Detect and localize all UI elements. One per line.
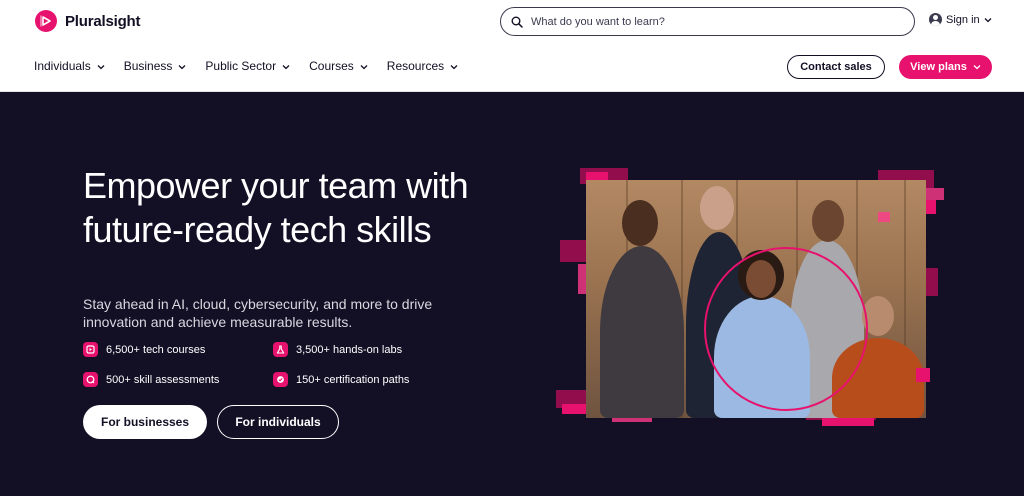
pixel-decoration bbox=[916, 368, 930, 382]
pixel-decoration bbox=[878, 212, 890, 222]
nav-item-label: Business bbox=[123, 59, 173, 73]
chevron-down-icon bbox=[178, 64, 186, 69]
user-icon bbox=[929, 13, 942, 26]
feature-item-labs: 3,500+ hands-on labs bbox=[273, 342, 402, 357]
logo-text: Pluralsight bbox=[65, 12, 141, 30]
nav-item-label: Courses bbox=[309, 59, 354, 73]
nav-item-label: Individuals bbox=[34, 59, 91, 73]
search-input[interactable] bbox=[531, 15, 891, 28]
feature-label: 150+ certification paths bbox=[296, 373, 410, 386]
nav-item-business[interactable]: Business bbox=[124, 59, 187, 73]
certification-icon bbox=[273, 372, 288, 387]
hero-title: Empower your team with future-ready tech… bbox=[83, 165, 469, 250]
chevron-down-icon bbox=[973, 65, 981, 70]
person-head bbox=[622, 200, 658, 246]
pluralsight-logo-icon bbox=[35, 10, 57, 32]
hero-section: Empower your team with future-ready tech… bbox=[0, 92, 1024, 496]
nav-item-individuals[interactable]: Individuals bbox=[34, 59, 105, 73]
site-header: Pluralsight Sign in Individuals Business… bbox=[0, 0, 1024, 92]
chevron-down-icon bbox=[282, 64, 290, 69]
nav-item-resources[interactable]: Resources bbox=[387, 59, 458, 73]
person-head bbox=[700, 186, 734, 230]
lab-flask-icon bbox=[273, 342, 288, 357]
highlight-ring bbox=[704, 247, 868, 411]
nav-item-courses[interactable]: Courses bbox=[309, 59, 368, 73]
feature-label: 6,500+ tech courses bbox=[106, 343, 206, 356]
nav-item-label: Resources bbox=[386, 59, 445, 73]
chevron-down-icon bbox=[360, 64, 368, 69]
search-bar[interactable] bbox=[500, 7, 915, 36]
pluralsight-logo[interactable]: Pluralsight bbox=[35, 10, 141, 32]
assessment-icon bbox=[83, 372, 98, 387]
chevron-down-icon bbox=[97, 64, 105, 69]
sign-in-label: Sign in bbox=[946, 13, 980, 26]
feature-item-certifications: 150+ certification paths bbox=[273, 372, 409, 387]
feature-label: 3,500+ hands-on labs bbox=[296, 343, 403, 356]
for-businesses-button[interactable]: For businesses bbox=[83, 405, 207, 439]
team-photo bbox=[586, 180, 926, 418]
sign-in-menu[interactable]: Sign in bbox=[929, 13, 992, 26]
person-head bbox=[812, 200, 844, 242]
hero-subtitle: Stay ahead in AI, cloud, cybersecurity, … bbox=[83, 296, 433, 330]
hero-image bbox=[556, 168, 946, 430]
main-nav: Individuals Business Public Sector Cours… bbox=[34, 59, 477, 73]
chevron-down-icon bbox=[450, 64, 458, 69]
person-figure bbox=[600, 246, 684, 418]
pixel-decoration bbox=[822, 418, 874, 426]
feature-label: 500+ skill assessments bbox=[106, 373, 220, 386]
nav-item-public-sector[interactable]: Public Sector bbox=[205, 59, 290, 73]
feature-item-courses: 6,500+ tech courses bbox=[83, 342, 205, 357]
nav-item-label: Public Sector bbox=[205, 59, 277, 73]
view-plans-button[interactable]: View plans bbox=[899, 55, 992, 79]
courses-icon bbox=[83, 342, 98, 357]
view-plans-label: View plans bbox=[910, 61, 967, 73]
chevron-down-icon bbox=[984, 17, 992, 22]
contact-sales-button[interactable]: Contact sales bbox=[787, 55, 885, 79]
search-icon bbox=[511, 16, 523, 28]
for-individuals-button[interactable]: For individuals bbox=[217, 405, 339, 439]
feature-item-assessments: 500+ skill assessments bbox=[83, 372, 219, 387]
